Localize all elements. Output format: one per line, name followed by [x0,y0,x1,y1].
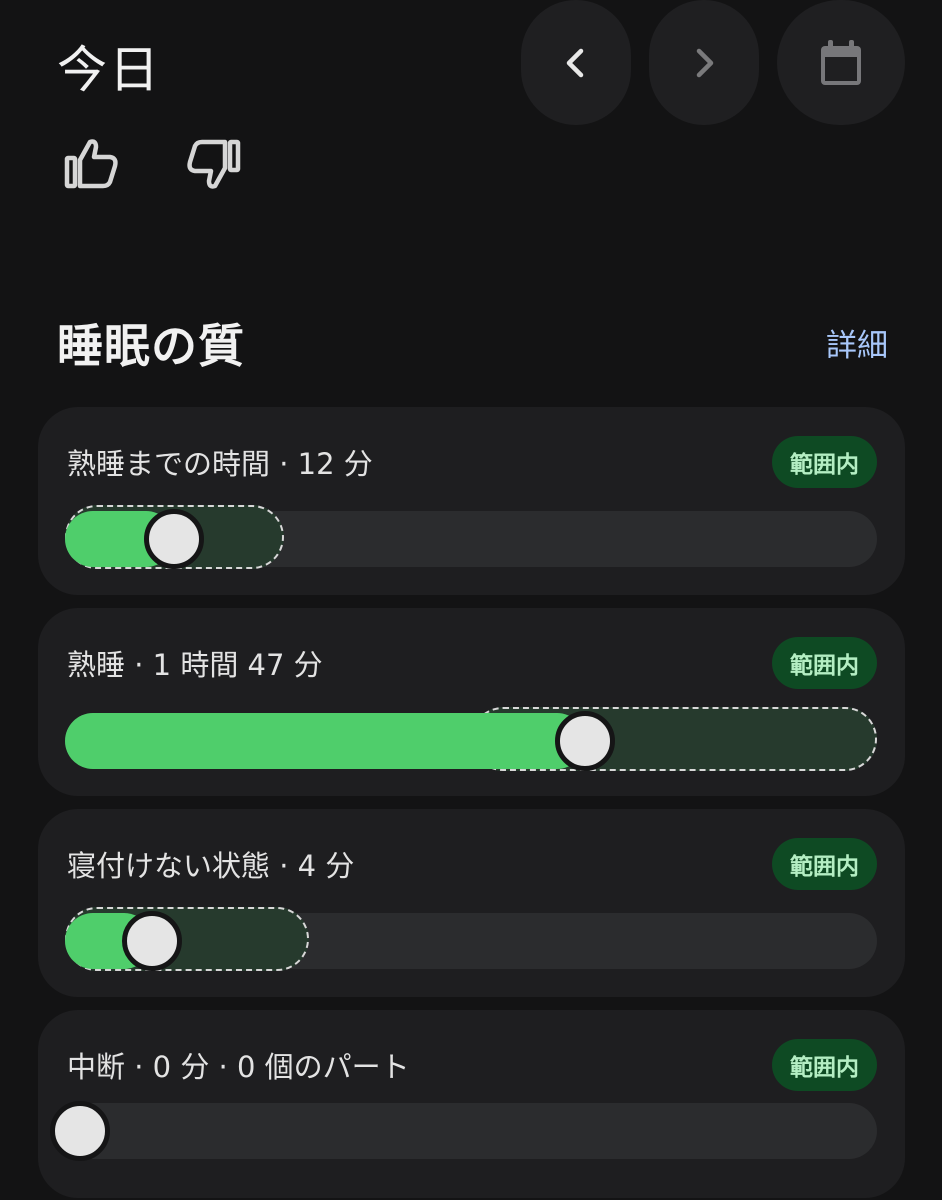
metric-label: 熟睡までの時間 · 12 分 [67,447,373,481]
status-badge: 範囲内 [772,436,877,488]
metric-card: 寝付けない状態 · 4 分 範囲内 [38,809,905,997]
status-badge: 範囲内 [772,1039,877,1091]
date-title: 今日 [57,41,161,99]
calendar-icon [821,39,861,85]
metric-thumb[interactable] [121,911,182,971]
status-badge: 範囲内 [772,838,877,890]
metric-card: 熟睡 · 1 時間 47 分 範囲内 [38,608,905,796]
metric-card: 中断 · 0 分 · 0 個のパート 範囲内 [38,1010,905,1198]
metric-fill [65,713,585,769]
thumb-down-icon[interactable] [185,138,241,194]
next-day-button[interactable] [649,0,759,125]
metric-thumb[interactable] [50,1101,110,1161]
thumb-up-icon[interactable] [64,138,120,194]
section-title: 睡眠の質 [57,319,245,373]
previous-day-button[interactable] [521,0,631,125]
metric-card: 熟睡までの時間 · 12 分 範囲内 [38,407,905,595]
metric-track [65,907,877,971]
metric-track [50,1101,877,1161]
metric-thumb[interactable] [143,509,204,569]
metric-thumb[interactable] [554,711,615,771]
calendar-button[interactable] [777,0,905,125]
metric-track [65,707,877,771]
sleep-quality-screen: 今日 睡眠の質 詳細 熟睡までの時間 · 12 分 範囲内 熟睡 · 1 時間 … [0,0,942,1200]
chevron-left-icon [566,48,584,77]
metric-label: 熟睡 · 1 時間 47 分 [67,648,323,682]
details-link[interactable]: 詳細 [826,320,888,365]
metric-label: 中断 · 0 分 · 0 個のパート [67,1050,410,1084]
status-badge: 範囲内 [772,637,877,689]
metric-track [65,505,877,569]
chevron-right-icon [696,48,714,77]
metric-label: 寝付けない状態 · 4 分 [67,849,355,883]
